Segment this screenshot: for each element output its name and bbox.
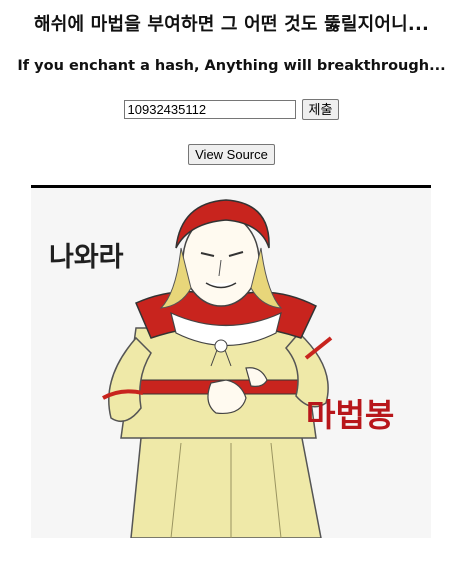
caption-right: 마법봉 bbox=[306, 396, 394, 434]
submit-button[interactable]: 제출 bbox=[301, 99, 340, 120]
page-title: 해쉬에 마법을 부여하면 그 어떤 것도 뚫릴지어니... bbox=[33, 14, 430, 35]
hash-input[interactable] bbox=[123, 100, 296, 119]
hash-form: 제출 bbox=[0, 99, 463, 120]
view-source-wrap: View Source bbox=[0, 144, 463, 165]
meme-image: 나와라 마법봉 bbox=[31, 188, 431, 538]
caption-left: 나와라 bbox=[49, 242, 124, 273]
view-source-button[interactable]: View Source bbox=[188, 144, 275, 165]
page-subtitle: If you enchant a hash, Anything will bre… bbox=[17, 58, 446, 74]
